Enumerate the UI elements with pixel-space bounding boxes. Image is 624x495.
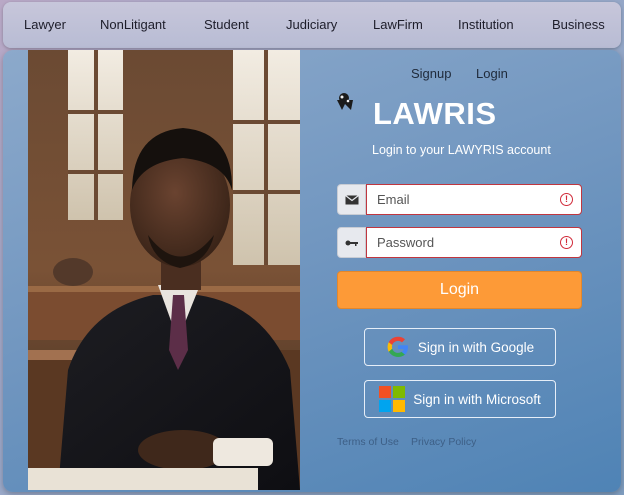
login-button[interactable]: Login: [337, 271, 582, 309]
google-signin-label: Sign in with Google: [417, 339, 535, 355]
brand-title: LAWRIS: [373, 96, 497, 131]
login-subtitle: Login to your LAWYRIS account: [372, 143, 551, 157]
google-icon: [387, 336, 408, 357]
nav-item-business[interactable]: Business: [552, 17, 605, 32]
nav-item-nonlitigant[interactable]: NonLitigant: [100, 17, 166, 32]
microsoft-icon: [379, 386, 406, 412]
login-link[interactable]: Login: [476, 66, 508, 81]
nav-item-lawfirm[interactable]: LawFirm: [373, 17, 423, 32]
nav-item-lawyer[interactable]: Lawyer: [24, 17, 66, 32]
email-field[interactable]: [366, 184, 582, 215]
google-signin-button[interactable]: Sign in with Google: [364, 328, 556, 366]
key-icon: [337, 227, 366, 258]
email-error-icon: !: [560, 193, 573, 206]
nav-item-judiciary[interactable]: Judiciary: [286, 17, 337, 32]
nav-item-student[interactable]: Student: [204, 17, 249, 32]
terms-link[interactable]: Terms of Use: [337, 436, 399, 448]
lawyer-illustration: [28, 50, 300, 490]
lawyer-photo: [28, 50, 300, 490]
email-row: !: [337, 184, 582, 215]
signup-link[interactable]: Signup: [411, 66, 451, 81]
password-error-icon: !: [560, 236, 573, 249]
password-field-wrapper: !: [366, 227, 582, 258]
privacy-link[interactable]: Privacy Policy: [411, 436, 476, 448]
email-field-wrapper: !: [366, 184, 582, 215]
scales-logo-icon: [337, 93, 353, 110]
nav-item-institution[interactable]: Institution: [458, 17, 514, 32]
top-navigation: Lawyer NonLitigant Student Judiciary Law…: [3, 2, 621, 48]
password-field[interactable]: [366, 227, 582, 258]
password-row: !: [337, 227, 582, 258]
microsoft-signin-button[interactable]: Sign in with Microsoft: [364, 380, 556, 418]
microsoft-signin-label: Sign in with Microsoft: [413, 391, 541, 407]
login-card: Signup Login LAWRIS Login to your LAWYRI…: [3, 50, 621, 492]
envelope-icon: [337, 184, 366, 215]
